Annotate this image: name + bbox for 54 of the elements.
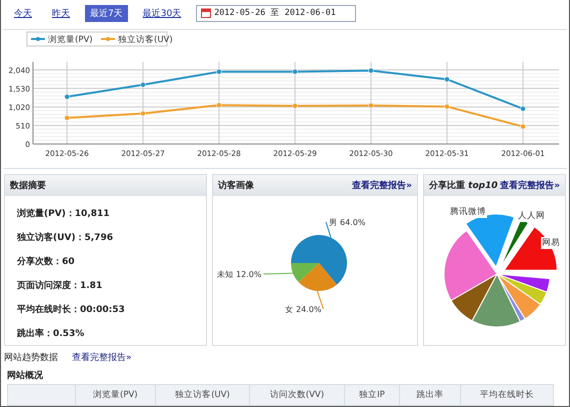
column-header: 访问次数(VV) bbox=[250, 384, 344, 406]
section-title: 网站概况 bbox=[6, 369, 44, 382]
summary-stat: 页面访问深度：1.81 bbox=[17, 279, 104, 292]
legend-label: 独立访客(UV) bbox=[118, 35, 173, 45]
pie-label: 人人网 bbox=[517, 210, 546, 222]
point bbox=[140, 82, 146, 88]
panel-title: 数据摘要 bbox=[10, 179, 46, 192]
point bbox=[216, 68, 222, 74]
range-tab[interactable]: 今天 bbox=[9, 4, 37, 22]
column-header: 独立IP bbox=[344, 384, 400, 406]
leader-line bbox=[326, 222, 332, 238]
summary-stat: 平均在线时长：00:00:53 bbox=[17, 303, 126, 316]
pie-value-label: 12.0% bbox=[236, 270, 262, 279]
legend-label: 浏览量(PV) bbox=[48, 35, 93, 45]
pie-value-label: 64.0% bbox=[340, 218, 366, 227]
panel-title: 访客画像 bbox=[218, 179, 254, 192]
point bbox=[368, 102, 374, 108]
point bbox=[520, 106, 526, 112]
column-header: 跳出率 bbox=[400, 384, 460, 406]
point bbox=[368, 68, 374, 74]
panel-title: 分享比重 top10 bbox=[429, 179, 498, 192]
point bbox=[292, 68, 298, 74]
point bbox=[292, 103, 298, 109]
summary-stat: 独立访客(UV)：5,796 bbox=[17, 231, 114, 244]
pie-label: 未知 bbox=[217, 270, 233, 279]
summary-stat: 浏览量(PV)：10,811 bbox=[17, 207, 111, 220]
pie-label: 女 bbox=[285, 305, 293, 314]
summary-stat: 跳出率：0.53% bbox=[17, 327, 86, 340]
section-title: 网站趋势数据 bbox=[4, 352, 58, 364]
full-report-link[interactable]: 查看完整报告» bbox=[72, 351, 132, 364]
pie-label: 腾讯微博 bbox=[449, 206, 487, 218]
calendar-icon bbox=[201, 8, 212, 18]
point bbox=[216, 102, 222, 108]
pie-label: 男 bbox=[329, 218, 337, 227]
point bbox=[140, 110, 146, 116]
full-report-link[interactable]: 查看完整报告» bbox=[352, 179, 412, 192]
range-tab[interactable]: 昨天 bbox=[47, 4, 75, 22]
column-header: 浏览量(PV) bbox=[75, 384, 156, 406]
column-header bbox=[8, 384, 76, 406]
point bbox=[64, 115, 70, 121]
pie-value-label: 24.0% bbox=[296, 305, 322, 314]
column-header: 独立访客(UV) bbox=[155, 384, 250, 406]
range-tab[interactable]: 最近30天 bbox=[138, 4, 186, 22]
point bbox=[64, 94, 70, 100]
column-header: 平均在线时长 bbox=[460, 384, 554, 406]
leader-line bbox=[262, 272, 294, 274]
date-range-field[interactable]: 2012-05-26 至 2012-06-01 bbox=[196, 4, 356, 22]
range-tab[interactable]: 最近7天 bbox=[85, 4, 128, 22]
pie-label: 网易 bbox=[541, 237, 561, 249]
point bbox=[444, 76, 450, 82]
point bbox=[520, 124, 526, 130]
summary-stat: 分享次数：60 bbox=[17, 255, 76, 268]
point bbox=[444, 104, 450, 110]
full-report-link[interactable]: 查看完整报告» bbox=[500, 179, 560, 192]
